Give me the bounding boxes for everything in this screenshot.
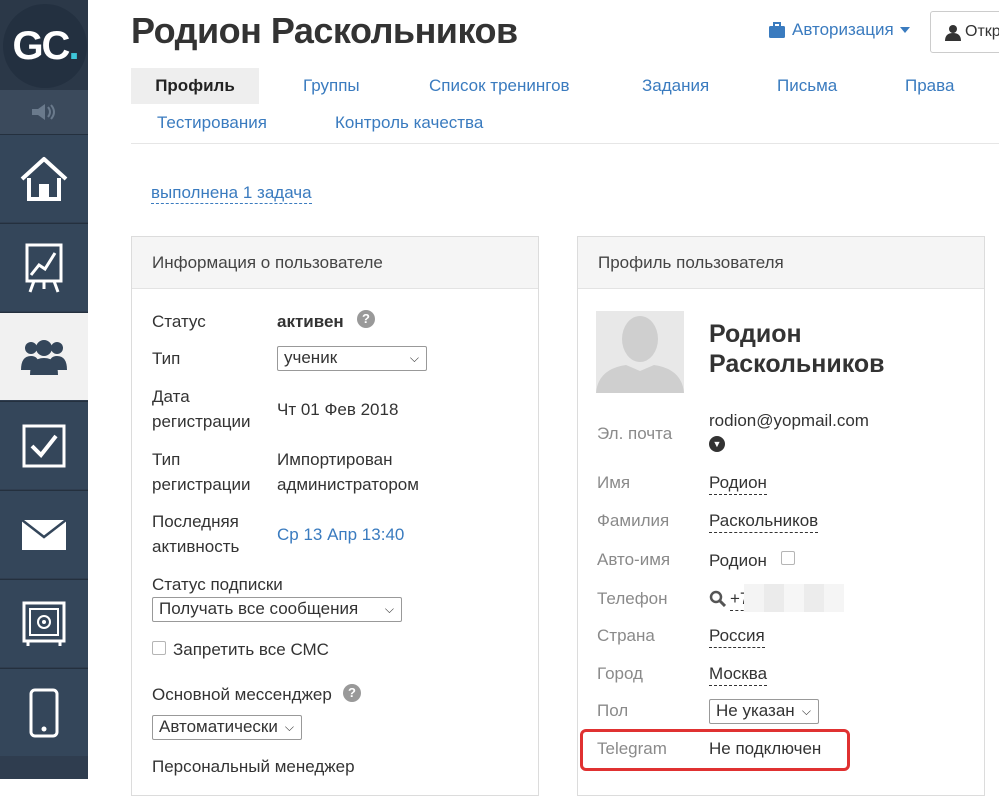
chart-icon	[25, 243, 63, 293]
auth-dropdown[interactable]: Авторизация	[768, 20, 910, 40]
user-info-title: Информация о пользователе	[132, 237, 538, 289]
status-label: Статус	[152, 312, 206, 331]
completed-tasks-link[interactable]: выполнена 1 задача	[151, 183, 312, 204]
notifications-toggle[interactable]	[0, 90, 88, 134]
sidebar: GC.	[0, 0, 88, 779]
subscription-select-value: Получать все сообщения	[159, 599, 359, 618]
tab-tasks[interactable]: Задания	[642, 68, 709, 104]
reg-type-label-1: Тип	[152, 450, 181, 469]
tab-rights[interactable]: Права	[905, 68, 954, 104]
help-icon[interactable]: ?	[343, 684, 361, 702]
tab-trainings[interactable]: Список тренингов	[429, 68, 570, 104]
sidebar-item-home[interactable]	[0, 134, 88, 222]
safe-icon	[22, 601, 66, 646]
gender-label: Пол	[597, 701, 629, 720]
help-icon[interactable]: ?	[357, 310, 375, 328]
reg-type-value-1: Импортирован	[277, 450, 393, 469]
sms-checkbox[interactable]	[152, 641, 166, 655]
avatar-placeholder-icon	[596, 316, 684, 393]
telegram-highlight-frame	[580, 729, 850, 771]
messenger-label: Основной мессенджер	[152, 685, 332, 704]
page-title: Родион Раскольников	[131, 10, 518, 51]
auto-name-value: Родион	[709, 551, 767, 570]
sidebar-item-mobile[interactable]	[0, 668, 88, 756]
logo[interactable]: GC.	[3, 4, 87, 88]
city-value[interactable]: Москва	[709, 663, 768, 686]
auto-name-checkbox[interactable]	[781, 551, 795, 565]
sidebar-item-finance[interactable]	[0, 579, 88, 667]
sms-label: Запретить все СМС	[173, 640, 329, 659]
last-active-label-2: активность	[152, 537, 240, 556]
speaker-icon	[32, 104, 55, 120]
type-select-value: ученик	[284, 348, 338, 367]
chevron-down-icon: ⌵	[409, 351, 419, 365]
email-label: Эл. почта	[597, 424, 673, 443]
chevron-down-icon: ⌵	[384, 602, 394, 616]
last-active-value[interactable]: Ср 13 Апр 13:40	[277, 522, 404, 547]
open-label: Откр	[965, 23, 999, 40]
phone-redacted	[744, 584, 844, 612]
avatar[interactable]	[596, 311, 684, 393]
tab-letters[interactable]: Письма	[777, 68, 837, 104]
search-icon[interactable]	[709, 590, 726, 607]
subscription-label: Статус подписки	[152, 575, 283, 594]
sidebar-item-tasks[interactable]	[0, 401, 88, 489]
phone-icon	[29, 688, 59, 737]
country-label: Страна	[597, 626, 655, 645]
type-label: Тип	[152, 349, 181, 368]
user-info-panel: Информация о пользователе Статус активен…	[131, 236, 539, 796]
chevron-down-icon[interactable]: ▼	[709, 436, 725, 452]
reg-date-label-1: Дата	[152, 387, 190, 406]
user-icon	[945, 24, 961, 41]
mail-icon	[21, 518, 67, 550]
tab-testing[interactable]: Тестирования	[157, 105, 267, 141]
reg-type-value-2: администратором	[277, 475, 419, 494]
chevron-down-icon: ⌵	[801, 704, 811, 718]
auto-name-label: Авто-имя	[597, 550, 671, 569]
chevron-down-icon: ⌵	[284, 720, 294, 734]
last-name-label: Фамилия	[597, 511, 670, 530]
home-icon	[20, 156, 68, 201]
users-icon	[21, 339, 67, 375]
first-name-label: Имя	[597, 473, 631, 492]
auth-label: Авторизация	[792, 20, 894, 39]
phone-label: Телефон	[597, 589, 668, 608]
city-label: Город	[597, 664, 643, 683]
first-name-value[interactable]: Родион	[709, 472, 767, 495]
briefcase-icon	[769, 21, 785, 38]
profile-name: Родион Раскольников	[709, 319, 885, 379]
gender-select[interactable]: Не указан ⌵	[709, 699, 819, 724]
manager-label: Персональный менеджер	[152, 757, 355, 776]
email-value: rodion@yopmail.com	[709, 411, 869, 430]
logo-dot: .	[68, 23, 79, 68]
tab-profile[interactable]: Профиль	[131, 68, 259, 104]
reg-date-label-2: регистрации	[152, 412, 251, 431]
messenger-select[interactable]: Автоматически ⌵	[152, 715, 302, 740]
open-button[interactable]: Откр	[930, 11, 999, 53]
tab-quality-control[interactable]: Контроль качества	[335, 105, 483, 141]
sidebar-item-users[interactable]	[0, 312, 88, 400]
gender-select-value: Не указан	[716, 701, 795, 720]
caret-down-icon	[899, 27, 910, 33]
reg-type-label-2: регистрации	[152, 475, 251, 494]
subscription-select[interactable]: Получать все сообщения ⌵	[152, 597, 402, 622]
logo-area: GC.	[0, 0, 88, 90]
logo-text: GC	[12, 23, 70, 68]
sidebar-item-reports[interactable]	[0, 223, 88, 311]
country-value[interactable]: Россия	[709, 625, 765, 648]
last-active-label-1: Последняя	[152, 512, 239, 531]
reg-date-value: Чт 01 Фев 2018	[277, 400, 399, 419]
sidebar-item-messages[interactable]	[0, 490, 88, 578]
tabs-divider	[131, 143, 999, 144]
tab-groups[interactable]: Группы	[303, 68, 360, 104]
user-profile-panel: Профиль пользователя Родион Раскольников…	[577, 236, 985, 796]
messenger-select-value: Автоматически	[159, 717, 278, 736]
last-name-value[interactable]: Раскольников	[709, 510, 819, 533]
user-profile-title: Профиль пользователя	[578, 237, 984, 289]
status-value: активен	[277, 312, 344, 331]
profile-name-first: Родион	[709, 320, 802, 348]
type-select[interactable]: ученик ⌵	[277, 346, 427, 371]
checkbox-icon	[22, 424, 66, 467]
profile-name-last: Раскольников	[709, 350, 885, 378]
